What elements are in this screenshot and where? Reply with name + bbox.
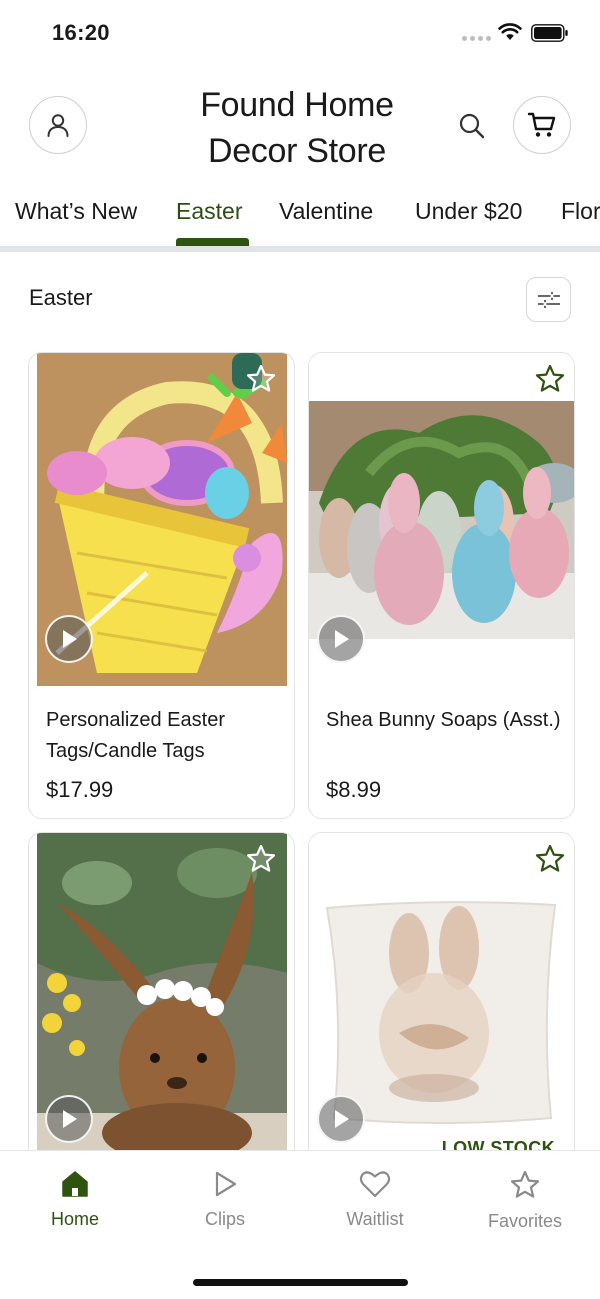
user-icon: [47, 114, 69, 137]
cellular-signal-icon: [462, 36, 491, 41]
app-header: Found Home Decor Store: [0, 70, 600, 190]
nav-home-label: Home: [50, 1209, 99, 1229]
nav-clips[interactable]: Clips: [165, 1169, 285, 1230]
sliders-icon: [537, 291, 560, 308]
play-icon: [63, 1110, 77, 1128]
wifi-icon: [498, 23, 522, 40]
nav-waitlist-label: Waitlist: [346, 1209, 404, 1229]
play-icon: [215, 1171, 237, 1197]
product-name: Shea Bunny Soaps (Asst.): [326, 709, 561, 731]
active-tab-indicator: [176, 238, 249, 246]
favorite-star-icon[interactable]: [245, 843, 277, 875]
product-image[interactable]: [37, 353, 287, 686]
battery-icon: [531, 24, 568, 42]
store-title: Found Home Decor Store: [200, 86, 394, 170]
favorite-star-icon[interactable]: [534, 363, 566, 395]
favorite-star-icon[interactable]: [534, 843, 566, 875]
home-indicator: [193, 1279, 408, 1286]
product-price: $8.99: [326, 777, 382, 802]
filter-button[interactable]: [526, 277, 571, 322]
favorite-star-icon[interactable]: [245, 363, 277, 395]
product-image[interactable]: [309, 353, 574, 686]
tab-whats-new[interactable]: What’s New: [15, 198, 137, 225]
search-icon: [459, 113, 485, 139]
play-video-button[interactable]: [317, 615, 365, 663]
product-price: $17.99: [46, 777, 114, 802]
status-time: 16:20: [52, 20, 110, 45]
search-button[interactable]: [456, 110, 488, 142]
tab-under-20[interactable]: Under $20: [415, 198, 522, 225]
product-card[interactable]: Personalized Easter Tags/Candle Tags $17…: [28, 352, 295, 819]
play-video-button[interactable]: [45, 1095, 93, 1143]
product-image[interactable]: [37, 833, 287, 1166]
cart-button[interactable]: [513, 96, 571, 154]
bottom-nav: Home Clips Waitlist Favorites: [0, 1150, 600, 1299]
home-icon: [62, 1171, 88, 1197]
account-button[interactable]: [29, 96, 87, 154]
nav-home[interactable]: Home: [15, 1169, 135, 1230]
category-tabs: What’s New Easter Valentine Under $20 Fl…: [0, 190, 600, 246]
nav-favorites-label: Favorites: [487, 1211, 563, 1231]
tab-easter[interactable]: Easter: [176, 198, 242, 225]
play-video-button[interactable]: [45, 615, 93, 663]
nav-waitlist[interactable]: Waitlist: [315, 1169, 435, 1230]
nav-favorites[interactable]: Favorites: [465, 1169, 585, 1232]
cart-icon: [527, 112, 556, 137]
play-video-button[interactable]: [317, 1095, 365, 1143]
status-bar: 16:20: [0, 0, 600, 66]
product-card[interactable]: Shea Bunny Soaps (Asst.) $8.99: [308, 352, 575, 819]
nav-clips-label: Clips: [204, 1209, 245, 1229]
tab-flor[interactable]: Flor: [561, 198, 600, 225]
play-icon: [335, 630, 349, 648]
tab-valentine[interactable]: Valentine: [279, 198, 373, 225]
play-icon: [63, 630, 77, 648]
product-name: Personalized Easter Tags/Candle Tags: [46, 709, 225, 762]
heart-icon: [359, 1171, 391, 1198]
section-title: Easter: [29, 285, 93, 310]
product-image[interactable]: LOW STOCK: [309, 833, 574, 1166]
star-icon: [510, 1170, 540, 1198]
play-icon: [335, 1110, 349, 1128]
tabs-divider: [0, 246, 600, 252]
